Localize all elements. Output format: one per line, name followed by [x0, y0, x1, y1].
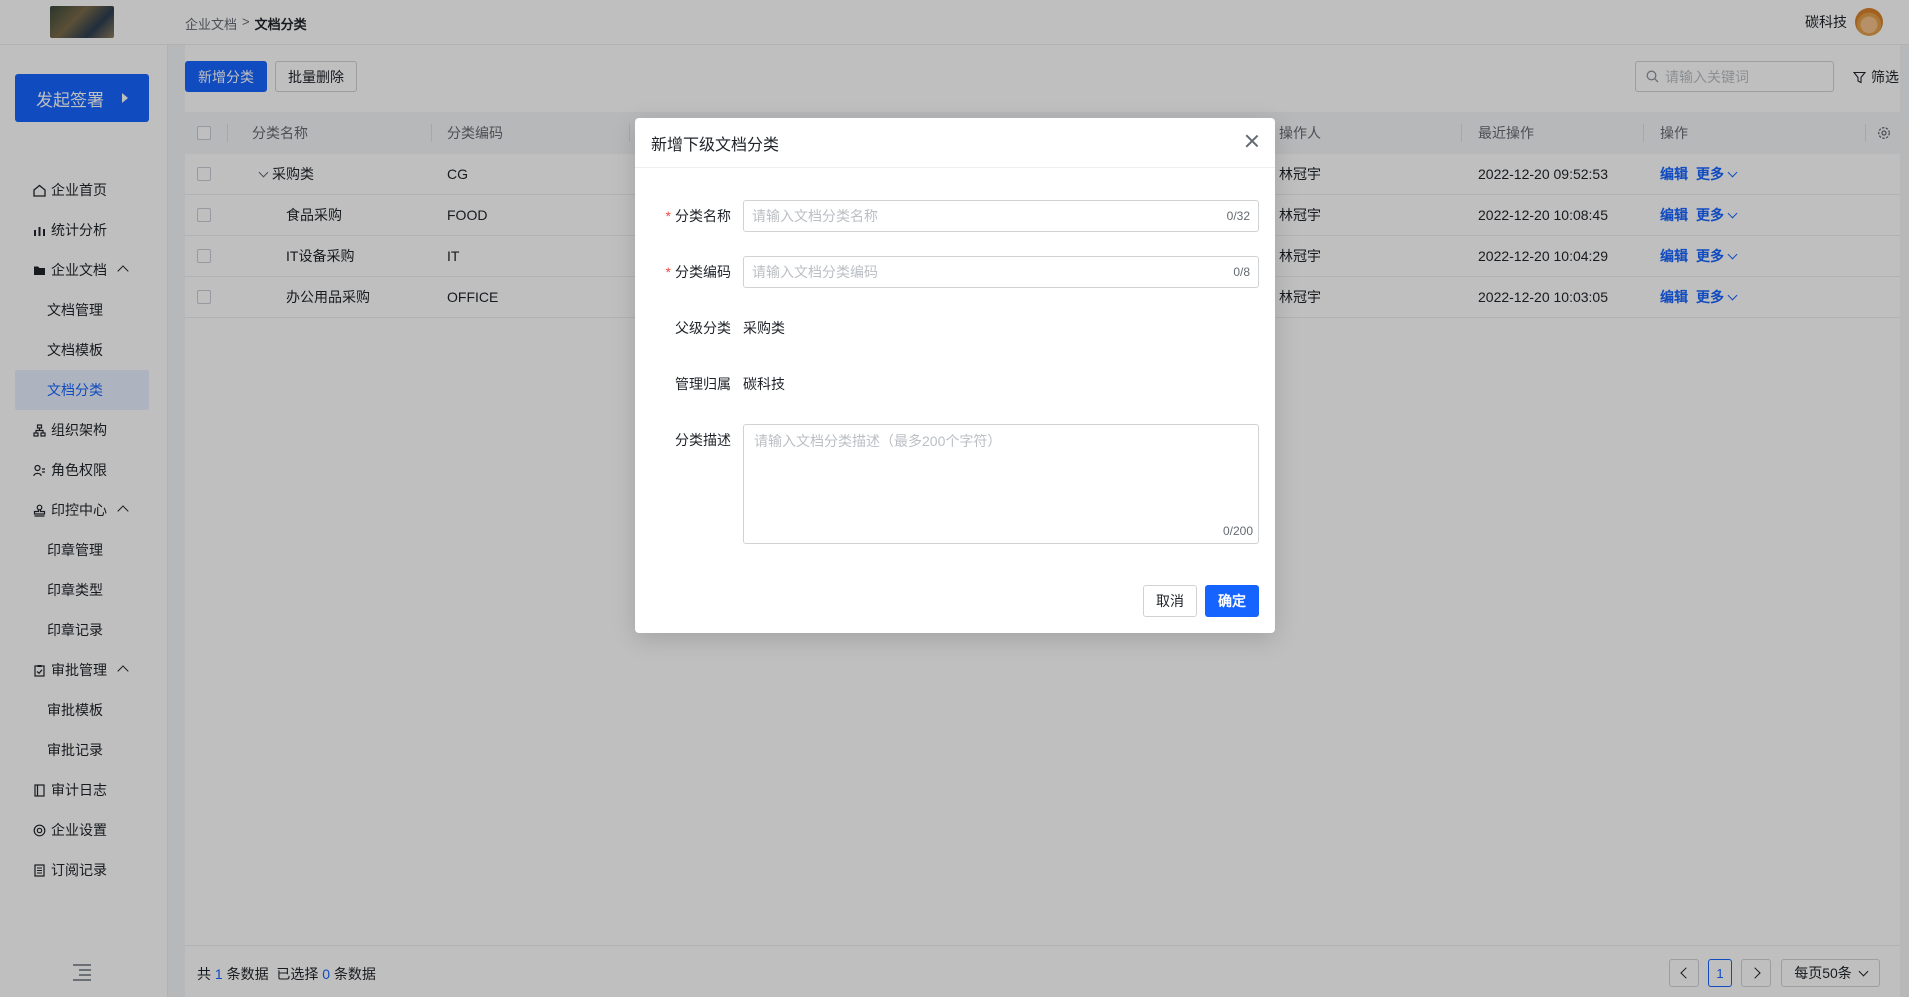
name-char-counter: 0/32 — [1226, 209, 1250, 223]
form-row-name: *分类名称 0/32 — [635, 200, 1275, 232]
close-icon[interactable] — [1245, 134, 1259, 148]
required-mark: * — [665, 264, 671, 280]
code-char-counter: 0/8 — [1233, 265, 1250, 279]
code-label: * 分类编码 — [665, 264, 731, 280]
description-textarea[interactable] — [744, 425, 1258, 543]
code-field[interactable]: 0/8 — [743, 256, 1259, 288]
confirm-button[interactable]: 确定 — [1205, 585, 1259, 617]
description-char-counter: 0/200 — [1222, 524, 1253, 538]
name-field[interactable]: 0/32 — [743, 200, 1259, 232]
description-field[interactable]: 0/200 — [743, 424, 1259, 544]
category-code-input[interactable] — [752, 264, 1234, 280]
form-row-description: 分类描述 0/200 — [635, 424, 1275, 544]
add-subcategory-dialog: 新增下级文档分类 *分类名称 0/32 *分类编码 0/8 父级分类 采购类 管… — [635, 118, 1275, 633]
owner-value: 碳科技 — [743, 376, 785, 392]
owner-label: 管理归属 — [675, 376, 731, 392]
dialog-title: 新增下级文档分类 — [651, 136, 780, 154]
parent-label: 父级分类 — [675, 320, 731, 336]
form-row-owner: 管理归属 碳科技 — [635, 368, 1275, 400]
form-row-parent: 父级分类 采购类 — [635, 312, 1275, 344]
required-mark: * — [665, 208, 671, 224]
name-label: * 分类名称 — [665, 208, 731, 224]
parent-category-value: 采购类 — [743, 320, 785, 336]
cancel-button[interactable]: 取消 — [1143, 585, 1197, 617]
form-row-code: *分类编码 0/8 — [635, 256, 1275, 288]
dialog-header: 新增下级文档分类 — [635, 118, 1275, 168]
description-label: 分类描述 — [675, 432, 731, 448]
category-name-input[interactable] — [752, 208, 1227, 224]
